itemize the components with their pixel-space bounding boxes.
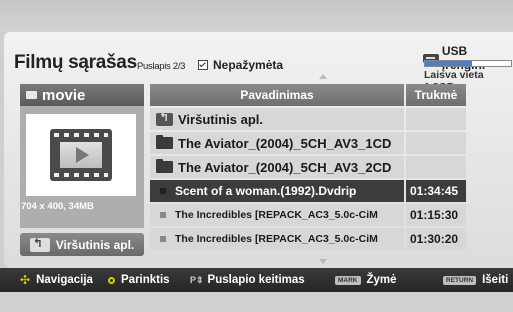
folder-icon: [26, 91, 37, 99]
row-name: Scent of a woman.(1992).Dvdrip: [175, 184, 357, 198]
filter-unmarked[interactable]: Nepažymėta: [198, 58, 283, 72]
checkbox-icon: [198, 60, 208, 70]
hint-page-change-label: Puslapio keitimas: [207, 274, 305, 286]
scroll-down-arrow-icon[interactable]: [319, 259, 327, 264]
table-row[interactable]: The Aviator_(2004)_5CH_AV3_1CD: [150, 132, 497, 154]
row-name: The Aviator_(2004)_5CH_AV3_1CD: [178, 135, 392, 151]
row-name: The Incredibles [REPACK_AC3_5.0c-CiM: [175, 233, 378, 245]
video-file-icon: [160, 212, 166, 218]
usb-device: USB įrengin.: [423, 44, 513, 72]
table-header: Pavadinimas Trukmė: [150, 84, 497, 106]
table-row[interactable]: Viršutinis apl.: [150, 108, 497, 130]
usb-label: USB įrengin.: [441, 44, 485, 72]
hint-options: Parinktis: [108, 274, 170, 286]
navigation-arrows-icon: ✣: [20, 273, 31, 287]
hint-exit: RETURN Išeiti: [443, 274, 508, 286]
table-row[interactable]: The Incredibles [REPACK_AC3_5.0c-CiM 01:…: [150, 228, 497, 250]
play-icon: [76, 147, 89, 163]
table-row-selected[interactable]: Scent of a woman.(1992).Dvdrip 01:34:45: [150, 180, 497, 202]
row-duration: 01:15:30: [406, 204, 466, 226]
hint-navigation: ✣ Navigacija: [20, 273, 93, 287]
page-title: Filmų sąrašas: [14, 52, 137, 73]
hint-mark-label: Žymė: [366, 274, 397, 286]
up-folder-button[interactable]: Viršutinis apl.: [20, 233, 144, 256]
bottom-strip: [0, 292, 513, 312]
hint-options-label: Parinktis: [121, 274, 170, 286]
column-header-name: Pavadinimas: [150, 84, 404, 106]
mark-key-icon: MARK: [335, 275, 361, 285]
preview-panel: movie 704 x 400, 34MB: [20, 84, 144, 228]
preview-folder-name: movie: [42, 86, 86, 104]
top-bar: [0, 0, 513, 32]
row-name: The Aviator_(2004)_5CH_AV3_2CD: [178, 159, 392, 175]
up-folder-icon: [29, 236, 50, 252]
preview-header: movie: [20, 84, 144, 106]
usb-usage-bar: [424, 60, 512, 67]
bottom-help-bar: ✣ Navigacija Parinktis P⇕ Puslapio keiti…: [0, 268, 513, 292]
hint-page-change: P⇕ Puslapio keitimas: [190, 274, 305, 286]
return-key-icon: RETURN: [443, 275, 477, 285]
scroll-up-arrow-icon[interactable]: [319, 74, 327, 79]
file-info: 704 x 400, 34MB: [21, 201, 94, 212]
file-table: Pavadinimas Trukmė Viršutinis apl. The A…: [150, 84, 497, 250]
thumbnail: [26, 114, 136, 196]
up-folder-label: Viršutinis apl.: [55, 237, 135, 252]
column-header-duration: Trukmė: [406, 84, 466, 106]
row-name: The Incredibles [REPACK_AC3_5.0c-CiM: [175, 209, 378, 221]
page-indicator: Puslapis 2/3: [137, 61, 186, 72]
video-file-icon: [50, 129, 112, 181]
hint-navigation-label: Navigacija: [36, 274, 93, 286]
row-duration: 01:30:20: [406, 228, 466, 250]
folder-icon: [156, 159, 173, 173]
page-button-icon: P⇕: [190, 274, 204, 285]
usb-usage-fill: [425, 61, 473, 66]
row-name: Viršutinis apl.: [178, 111, 264, 127]
hint-exit-label: Išeiti: [482, 274, 509, 286]
row-duration: [406, 156, 466, 178]
table-row[interactable]: The Incredibles [REPACK_AC3_5.0c-CiM 01:…: [150, 204, 497, 226]
folder-icon: [156, 135, 173, 149]
row-duration: [406, 132, 466, 154]
filter-label: Nepažymėta: [213, 58, 284, 72]
hint-mark: MARK Žymė: [335, 274, 397, 286]
ok-button-icon: [108, 276, 115, 284]
row-duration: [406, 108, 466, 130]
up-folder-icon: [156, 110, 173, 126]
table-row[interactable]: The Aviator_(2004)_5CH_AV3_2CD: [150, 156, 497, 178]
row-duration: 01:34:45: [406, 180, 466, 202]
video-file-icon: [160, 236, 166, 242]
video-file-icon: [160, 188, 166, 194]
